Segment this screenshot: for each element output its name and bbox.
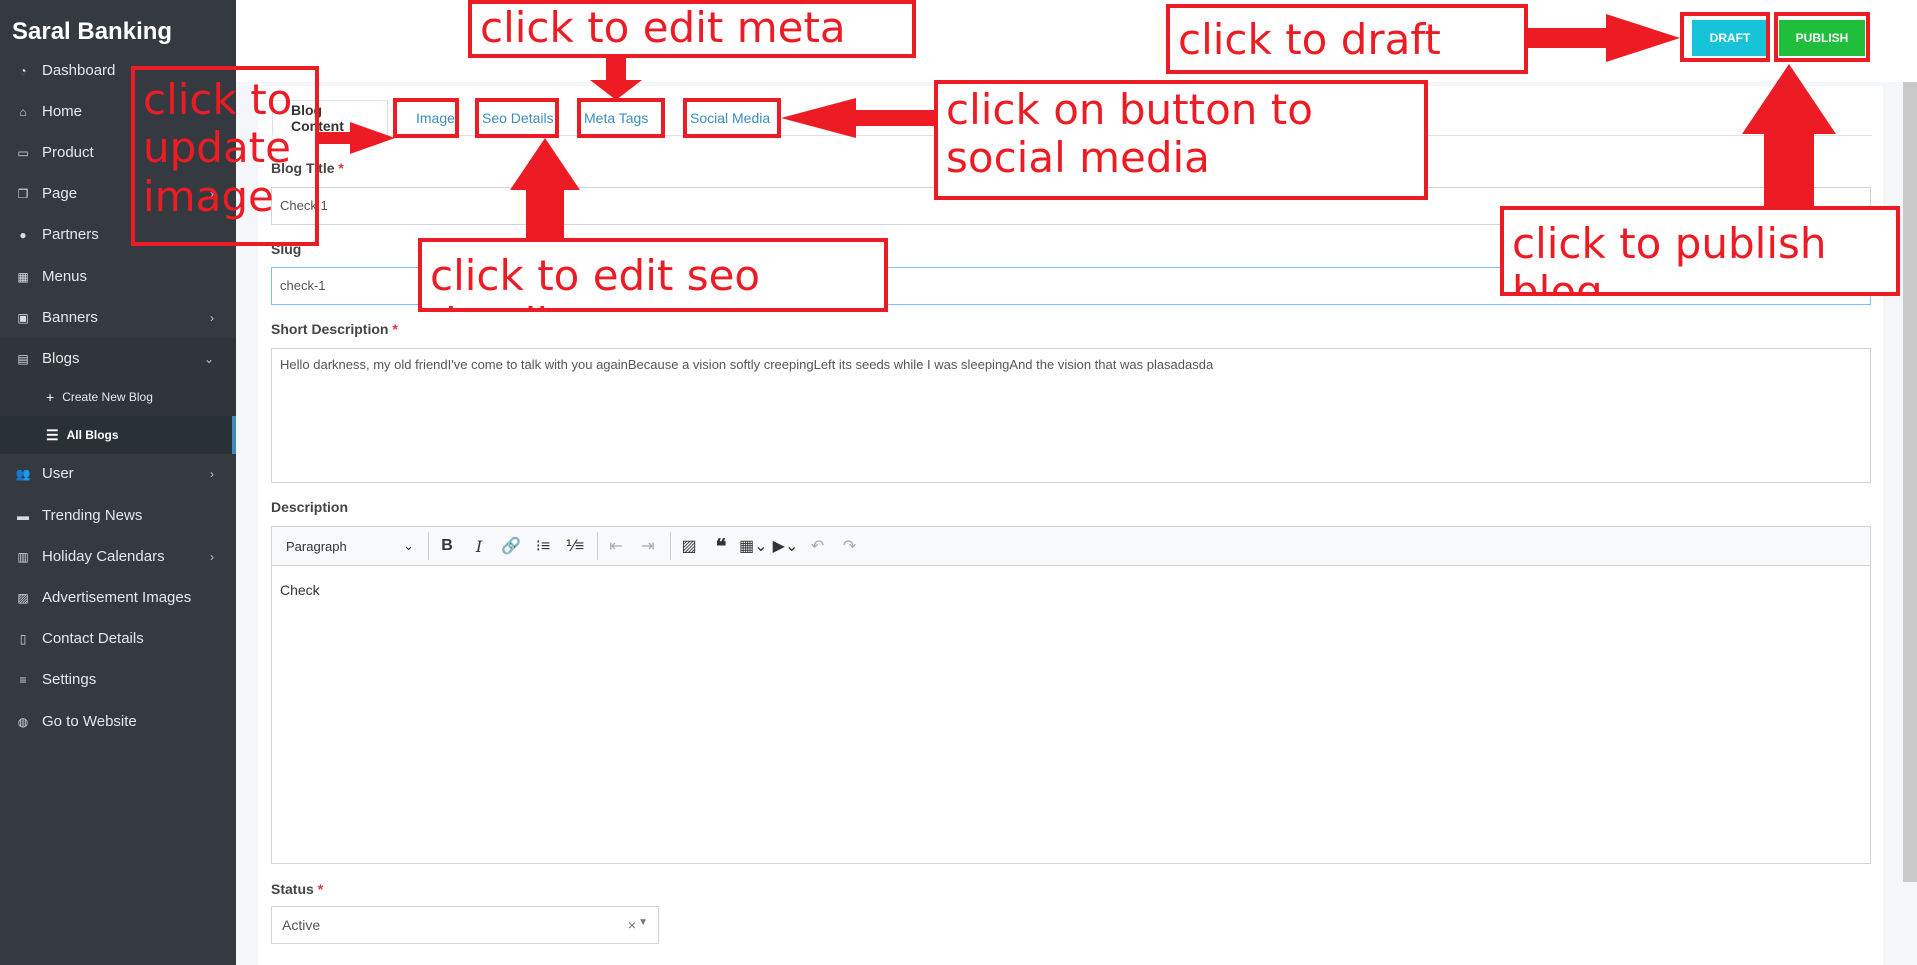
news-icon: ▬ — [17, 508, 29, 523]
product-icon: ▭ — [17, 145, 29, 160]
toolbar-divider — [670, 532, 671, 560]
sidebar-item-blogs[interactable]: ▤ Blogs ⌄ — [0, 338, 236, 379]
plus-icon: + — [46, 389, 55, 405]
editor-toolbar: Paragraph ⌄ B I 🔗 ⁝≡ ⅟≡ ⇤ ⇥ ▨ ❝ ▦⌄ ▶⌄ ↶ ↷ — [271, 526, 1871, 566]
chevron-right-icon: › — [210, 310, 214, 325]
chevron-down-icon: ⌄ — [403, 538, 414, 553]
status-label: Status * — [271, 881, 324, 897]
toolbar-divider — [597, 532, 598, 560]
annotation-update-image: click to update image — [131, 66, 319, 246]
sidebar-item-label: Trending News — [42, 507, 143, 524]
sidebar-item-label: User — [42, 465, 74, 482]
partners-icon: ● — [19, 227, 27, 242]
sidebar-item-label: Menus — [42, 268, 88, 285]
chevron-down-icon: ⌄ — [203, 351, 214, 366]
highlight-draft-button — [1680, 12, 1770, 62]
list-icon: ☰ — [46, 426, 59, 443]
highlight-image-tab — [393, 98, 459, 138]
chevron-right-icon: › — [210, 549, 214, 564]
scrollbar[interactable] — [1903, 82, 1917, 882]
insert-media-icon[interactable]: ▶⌄ — [772, 532, 800, 560]
sidebar-item-user[interactable]: 👥 User › — [0, 453, 236, 494]
description-editor[interactable]: Check — [271, 566, 1871, 864]
sidebar-subitem-create-blog[interactable]: + Create New Blog — [0, 378, 236, 416]
user-icon: 👥 — [15, 466, 31, 481]
sidebar-item-label: Go to Website — [42, 713, 137, 730]
insert-table-icon[interactable]: ▦⌄ — [739, 532, 768, 560]
sidebar-item-label: Holiday Calendars — [42, 548, 165, 565]
home-icon: ⌂ — [19, 104, 27, 119]
sidebar-item-label: Banners — [42, 309, 98, 326]
short-description-textarea[interactable]: Hello darkness, my old friendI've come t… — [271, 348, 1871, 483]
highlight-publish-button — [1774, 12, 1870, 62]
chevron-right-icon: › — [210, 466, 214, 481]
sidebar-item-contact-details[interactable]: ▯ Contact Details — [0, 618, 236, 659]
page-icon: ❐ — [17, 186, 29, 201]
redo-icon[interactable]: ↷ — [836, 532, 864, 560]
sidebar-item-trending-news[interactable]: ▬ Trending News — [0, 495, 236, 536]
banners-icon: ▣ — [17, 310, 29, 325]
format-label: Paragraph — [286, 538, 347, 554]
dashboard-icon: ◔ — [19, 63, 27, 78]
bulleted-list-icon[interactable]: ⁝≡ — [529, 532, 557, 560]
sidebar-subitem-all-blogs[interactable]: ☰ All Blogs — [0, 416, 236, 454]
insert-image-icon[interactable]: ▨ — [675, 532, 703, 560]
image-icon: ▨ — [17, 590, 29, 605]
sidebar-item-settings[interactable]: ≡ Settings — [0, 659, 236, 700]
sidebar-item-label: Page — [42, 185, 78, 202]
paragraph-format-select[interactable]: Paragraph ⌄ — [280, 532, 420, 560]
chevron-down-icon: ▼ — [638, 917, 648, 928]
sidebar-item-label: Settings — [42, 671, 97, 688]
link-icon[interactable]: 🔗 — [497, 532, 525, 560]
toolbar-divider — [428, 532, 429, 560]
indent-icon[interactable]: ⇥ — [634, 532, 662, 560]
highlight-meta-tab — [577, 98, 665, 138]
menus-icon: ▦ — [17, 269, 29, 284]
sidebar-item-label: Contact Details — [42, 630, 144, 647]
sidebar-item-label: Blogs — [42, 350, 80, 367]
blockquote-icon[interactable]: ❝ — [707, 532, 735, 560]
sidebar-item-label: Partners — [42, 226, 99, 243]
outdent-icon[interactable]: ⇤ — [602, 532, 630, 560]
globe-icon: ◍ — [17, 714, 29, 729]
status-value: Active — [282, 917, 321, 933]
annotation-meta-tags: click to edit meta tags — [468, 0, 916, 58]
italic-icon[interactable]: I — [465, 532, 493, 560]
sidebar-item-advertisement-images[interactable]: ▨ Advertisement Images — [0, 577, 236, 618]
bold-icon[interactable]: B — [433, 532, 461, 560]
annotation-publish: click to publish blog — [1500, 206, 1900, 296]
sidebar-subitem-label: All Blogs — [66, 428, 119, 442]
numbered-list-icon[interactable]: ⅟≡ — [561, 532, 589, 560]
settings-icon: ≡ — [19, 672, 27, 687]
sidebar-item-banners[interactable]: ▣ Banners › — [0, 297, 236, 338]
annotation-seo-details: click to edit seo details — [418, 238, 888, 312]
sidebar-item-holiday-calendars[interactable]: ▥ Holiday Calendars › — [0, 536, 236, 577]
description-label: Description — [271, 499, 349, 515]
contact-icon: ▯ — [19, 631, 27, 646]
sidebar-item-label: Advertisement Images — [42, 589, 192, 606]
sidebar-subitem-label: Create New Blog — [62, 390, 153, 404]
short-description-label: Short Description * — [271, 321, 398, 337]
sidebar-item-menus[interactable]: ▦ Menus — [0, 256, 236, 297]
highlight-seo-tab — [475, 98, 559, 138]
sidebar-item-label: Product — [42, 144, 94, 161]
undo-icon[interactable]: ↶ — [804, 532, 832, 560]
calendar-icon: ▥ — [17, 549, 29, 564]
sidebar-item-label: Home — [42, 103, 83, 120]
sidebar-item-label: Dashboard — [42, 62, 116, 79]
blogs-icon: ▤ — [17, 351, 29, 366]
sidebar-item-go-to-website[interactable]: ◍ Go to Website — [0, 701, 236, 742]
status-select[interactable]: Active × ▼ — [271, 906, 659, 944]
annotation-social-media: click on button to social media — [934, 80, 1428, 200]
annotation-draft: click to draft blog — [1166, 4, 1528, 74]
highlight-social-tab — [683, 98, 781, 138]
clear-icon[interactable]: × — [628, 917, 636, 933]
